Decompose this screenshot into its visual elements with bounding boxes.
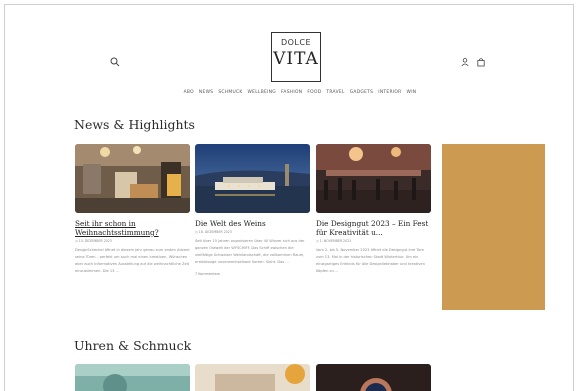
- nav-item-interior[interactable]: INTERIOR: [378, 90, 401, 95]
- nav-item-abo[interactable]: ABO: [184, 90, 194, 95]
- article-image[interactable]: [316, 144, 431, 213]
- section-title-news: News & Highlights: [74, 117, 195, 132]
- nav-item-news[interactable]: NEWS: [199, 90, 213, 95]
- logo-line-2: VITA: [273, 49, 319, 69]
- nav-item-fashion[interactable]: FASHION: [281, 90, 302, 95]
- nav-item-gadgets[interactable]: GADGETS: [350, 90, 374, 95]
- article-title[interactable]: Die Welt des Weins: [195, 219, 310, 228]
- bag-icon[interactable]: [476, 52, 486, 67]
- article-comments[interactable]: 7 Kommentare: [195, 272, 310, 276]
- site-logo[interactable]: DOLCE VITA: [271, 32, 321, 82]
- article-date: 18. DEZEMBER 2023: [195, 230, 310, 234]
- main-navigation: ABO NEWS SCHMUCK WELLBEING FASHION FOOD …: [155, 90, 445, 95]
- article-card[interactable]: Die Welt des Weins 18. DEZEMBER 2023 Sei…: [195, 144, 310, 276]
- article-excerpt: Vom 2. bis 5. November 2023 öffnet die D…: [316, 248, 425, 273]
- product-image[interactable]: [316, 364, 431, 391]
- user-icon[interactable]: [460, 52, 470, 67]
- article-date: 15. DEZEMBER 2023: [75, 239, 190, 243]
- article-image[interactable]: [75, 144, 190, 213]
- nav-item-food[interactable]: FOOD: [307, 90, 321, 95]
- nav-item-wellbeing[interactable]: WELLBEING: [248, 90, 276, 95]
- product-image[interactable]: [75, 364, 190, 391]
- header-actions: [460, 52, 486, 67]
- article-card[interactable]: Die Designgut 2023 – Ein Fest für Kreati…: [316, 144, 431, 275]
- article-title[interactable]: Die Designgut 2023 – Ein Fest für Kreati…: [316, 219, 431, 237]
- search-icon[interactable]: [109, 53, 121, 67]
- advertisement-block[interactable]: [442, 144, 545, 310]
- article-card[interactable]: Seit ihr schon in Weihnachtsstimmung? 15…: [75, 144, 190, 275]
- article-image[interactable]: [195, 144, 310, 213]
- article-excerpt: DesignSchenkel öffnet in diesem Jahr gen…: [75, 248, 190, 273]
- logo-line-1: DOLCE: [280, 38, 312, 47]
- product-image[interactable]: [195, 364, 310, 391]
- article-title[interactable]: Seit ihr schon in Weihnachtsstimmung?: [75, 219, 190, 237]
- article-excerpt: Seit über 15 Jahren organisieren über 40…: [195, 239, 305, 264]
- nav-item-win[interactable]: WIN: [407, 90, 417, 95]
- section-title-uhren: Uhren & Schmuck: [74, 338, 192, 353]
- nav-item-travel[interactable]: TRAVEL: [326, 90, 344, 95]
- browser-viewport: DOLCE VITA ABO NEWS SCHMUCK WELLBEING FA…: [4, 4, 574, 391]
- article-date: 1. NOVEMBER 2023: [316, 239, 431, 243]
- nav-item-schmuck[interactable]: SCHMUCK: [218, 90, 242, 95]
